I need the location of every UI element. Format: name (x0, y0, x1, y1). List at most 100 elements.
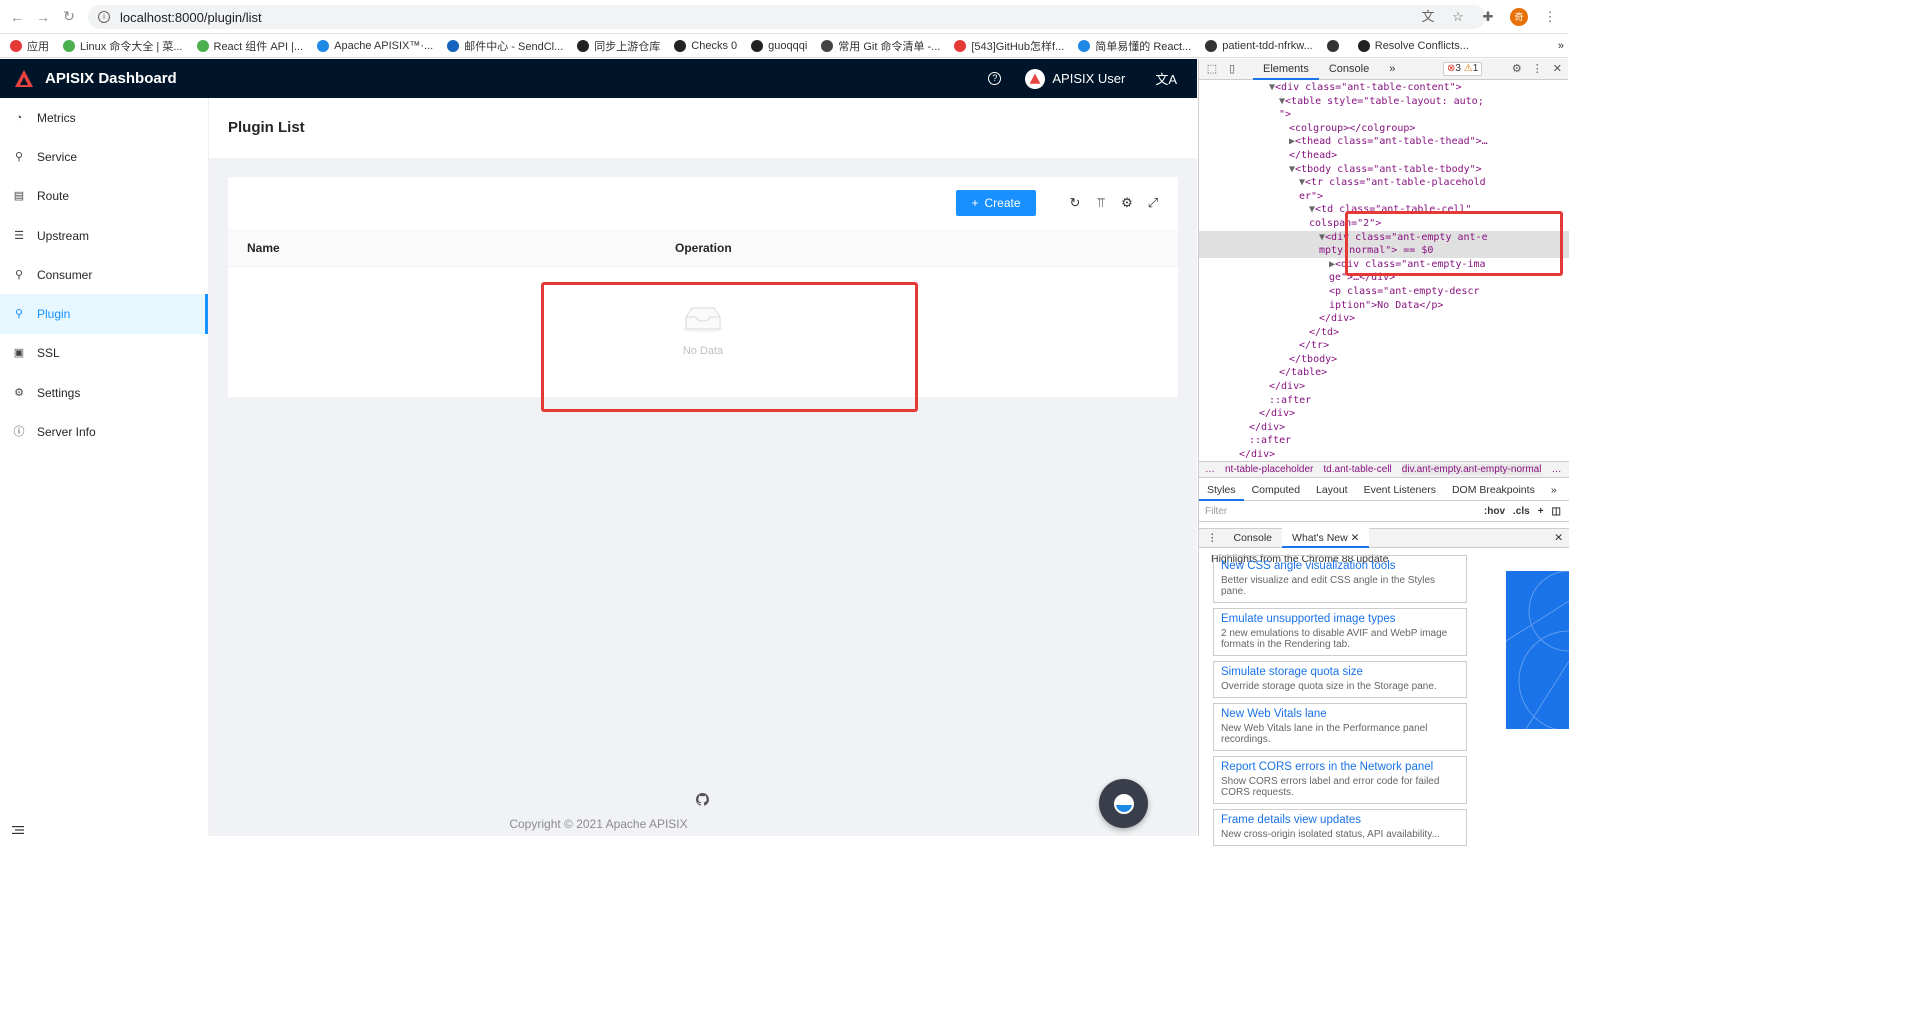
sidebar-item-server-info[interactable]: ⓘ Server Info (0, 412, 208, 451)
tab-console[interactable]: Console (1319, 59, 1379, 80)
bookmark-item[interactable]: Checks 0 (674, 39, 737, 52)
column-height-icon[interactable]: ⫪ (1094, 196, 1108, 210)
sidebar-item-route[interactable]: ▤ Route (0, 177, 208, 216)
dom-tree-line[interactable]: </tr> (1199, 339, 1569, 353)
user-name[interactable]: APISIX User (1052, 71, 1125, 86)
more-tabs[interactable]: » (1379, 59, 1405, 80)
forward-icon[interactable]: → (34, 8, 52, 26)
dom-tree-line[interactable]: ::after (1199, 394, 1569, 408)
bookmark-item[interactable]: Apache APISIX™·... (317, 39, 433, 52)
bookmark-star-icon[interactable]: ☆ (1450, 9, 1466, 25)
whats-new-card[interactable]: Emulate unsupported image types 2 new emu… (1213, 608, 1467, 656)
bookmark-item[interactable]: 简单易懂的 React... (1078, 38, 1191, 54)
back-icon[interactable]: ← (8, 8, 26, 26)
whats-new-title-link[interactable]: New CSS angle visualization tools (1221, 559, 1459, 573)
whats-new-card[interactable]: Frame details view updates New cross-orig… (1213, 809, 1467, 846)
add-rule-icon[interactable]: + (1538, 506, 1544, 517)
reload-icon[interactable]: ↻ (60, 8, 78, 26)
create-button[interactable]: + Create (956, 190, 1036, 216)
dom-tree-line[interactable]: </div> (1199, 312, 1569, 326)
bookmark-item[interactable]: Resolve Conflicts... (1357, 39, 1469, 52)
breadcrumb-item[interactable]: … (1205, 464, 1215, 475)
dom-tree-line[interactable]: </td> (1199, 326, 1569, 340)
styles-subtab[interactable]: Styles (1199, 479, 1244, 501)
drawer-close-icon[interactable]: ✕ (1554, 532, 1563, 544)
bookmark-item[interactable]: React 组件 API |... (196, 38, 303, 54)
whats-new-title-link[interactable]: Report CORS errors in the Network panel (1221, 760, 1459, 774)
dom-tree-line[interactable]: </div> (1199, 380, 1569, 394)
fullscreen-icon[interactable]: ⤢ (1146, 196, 1160, 210)
devtools-menu-icon[interactable]: ⋮ (1532, 62, 1543, 75)
whats-new-title-link[interactable]: New Web Vitals lane (1221, 707, 1459, 721)
whats-new-card[interactable]: New Web Vitals lane New Web Vitals lane i… (1213, 703, 1467, 751)
styles-subtab[interactable]: Layout (1308, 479, 1356, 501)
bookmark-item[interactable] (1326, 39, 1344, 52)
whats-new-card[interactable]: Report CORS errors in the Network panel S… (1213, 756, 1467, 804)
dom-tree-line[interactable]: iption">No Data</p> (1199, 299, 1569, 313)
dom-tree-line[interactable]: "> (1199, 108, 1569, 122)
address-bar[interactable]: i localhost:8000/plugin/list (88, 5, 1486, 29)
device-toolbar-icon[interactable]: ▯ (1225, 62, 1239, 76)
github-icon[interactable] (696, 793, 709, 806)
dom-tree-line[interactable]: </table> (1199, 366, 1569, 380)
bookmark-item[interactable]: 同步上游仓库 (577, 38, 660, 54)
breadcrumb-item[interactable]: nt-table-placeholder (1225, 464, 1313, 475)
language-icon[interactable]: 文A (1155, 69, 1177, 88)
dom-tree-line[interactable]: ▼<table style="table-layout: auto; (1199, 95, 1569, 109)
sidebar-item-metrics[interactable]: ◔ Metrics (0, 98, 208, 137)
column-header-operation[interactable]: Operation (675, 241, 732, 255)
styles-subtab[interactable]: DOM Breakpoints (1444, 479, 1543, 501)
inspect-element-icon[interactable]: ⬚ (1205, 62, 1219, 76)
dom-tree-line[interactable]: <colgroup></colgroup> (1199, 122, 1569, 136)
sidebar-item-plugin[interactable]: ⚲ Plugin (0, 294, 208, 335)
hov-toggle[interactable]: :hov (1484, 506, 1505, 517)
dom-tree-line[interactable]: ▼<tbody class="ant-table-tbody"> (1199, 163, 1569, 177)
whats-new-title-link[interactable]: Simulate storage quota size (1221, 665, 1459, 679)
sidebar-item-upstream[interactable]: ☰ Upstream (0, 216, 208, 255)
sidebar-item-service[interactable]: ⚲ Service (0, 137, 208, 176)
bookmark-item[interactable]: Linux 命令大全 | 菜... (63, 38, 183, 54)
bookmark-item[interactable]: 应用 (10, 38, 49, 54)
bookmark-item[interactable]: guoqqqi (751, 39, 807, 52)
toggle-sidebar-icon[interactable]: ◫ (1552, 506, 1561, 517)
floating-action-button[interactable] (1099, 779, 1148, 828)
breadcrumb-item[interactable]: … (1551, 464, 1561, 475)
dom-tree-line[interactable]: </div> (1199, 448, 1569, 461)
site-info-icon[interactable]: i (98, 11, 110, 23)
extensions-icon[interactable]: ✚ (1480, 9, 1496, 25)
column-header-name[interactable]: Name (247, 241, 280, 255)
bookmark-item[interactable]: [543]GitHub怎样f... (954, 38, 1064, 54)
devtools-close-icon[interactable]: ✕ (1553, 62, 1562, 75)
user-avatar[interactable] (1025, 68, 1046, 89)
reload-table-icon[interactable]: ↻ (1068, 196, 1082, 210)
help-icon[interactable]: ? (988, 72, 1002, 85)
dom-tree-line[interactable]: </div> (1199, 421, 1569, 435)
dom-tree-line[interactable]: ▼<div class="ant-table-content"> (1199, 81, 1569, 95)
devtools-settings-icon[interactable]: ⚙ (1512, 62, 1522, 75)
styles-subtab[interactable]: » (1543, 479, 1565, 501)
bookmark-item[interactable]: patient-tdd-nfrkw... (1205, 39, 1313, 52)
url-text[interactable]: localhost:8000/plugin/list (120, 10, 262, 25)
sidebar-item-settings[interactable]: ⚙ Settings (0, 373, 208, 412)
whats-new-title-link[interactable]: Emulate unsupported image types (1221, 612, 1459, 626)
dom-tree-line[interactable]: </thead> (1199, 149, 1569, 163)
whats-new-card[interactable]: New CSS angle visualization tools Better … (1213, 555, 1467, 603)
issues-badge[interactable]: ⊗3 ⚠1 (1443, 62, 1483, 76)
drawer-tab-console[interactable]: Console (1224, 528, 1283, 548)
dom-tree-line[interactable]: </div> (1199, 407, 1569, 421)
close-tab-icon[interactable]: ✕ (1351, 532, 1360, 544)
drawer-menu-icon[interactable]: ⋮ (1199, 532, 1224, 544)
bookmark-item[interactable]: 邮件中心 - SendCl... (447, 38, 563, 54)
translate-icon[interactable]: 文 (1420, 9, 1436, 25)
breadcrumb-item[interactable]: div.ant-empty.ant-empty-normal (1401, 464, 1542, 475)
cls-toggle[interactable]: .cls (1513, 506, 1530, 517)
styles-filter-input[interactable]: Filter (1205, 506, 1484, 517)
dom-tree-line[interactable]: <p class="ant-empty-descr (1199, 285, 1569, 299)
dom-tree-line[interactable]: er"> (1199, 190, 1569, 204)
whats-new-card[interactable]: Simulate storage quota size Override stor… (1213, 661, 1467, 698)
browser-menu-icon[interactable]: ⋮ (1542, 9, 1558, 25)
styles-subtab[interactable]: Event Listeners (1356, 479, 1444, 501)
profile-avatar[interactable]: 奇 (1510, 8, 1528, 26)
breadcrumb-item[interactable]: td.ant-table-cell (1323, 464, 1391, 475)
styles-subtab[interactable]: Computed (1244, 479, 1308, 501)
